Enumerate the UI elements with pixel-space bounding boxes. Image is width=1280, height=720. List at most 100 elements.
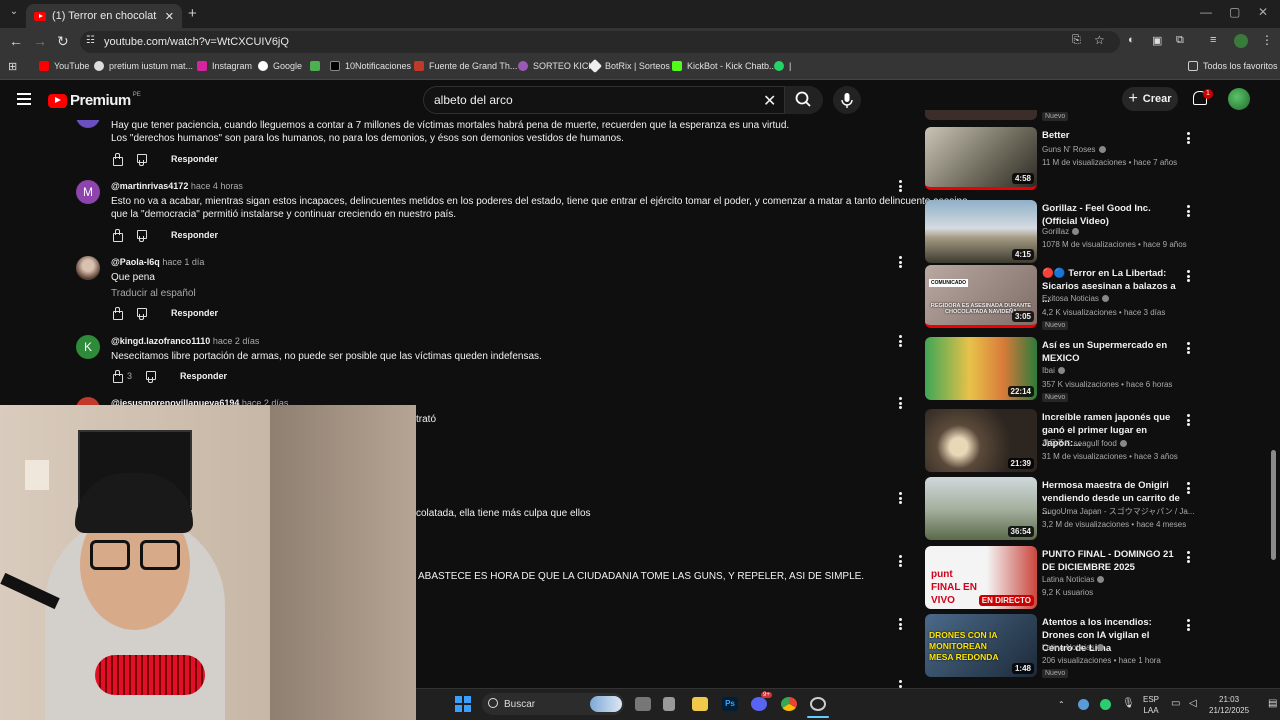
video-title[interactable]: Así es un Supermercado en MEXICO bbox=[1042, 339, 1182, 365]
menu-icon[interactable] bbox=[17, 93, 31, 105]
tray-mic-icon[interactable]: 🎙 bbox=[1122, 698, 1135, 709]
bookmark-10notificaciones[interactable]: 10Notificaciones bbox=[330, 61, 411, 71]
recommendation-item[interactable]: 22:14 Así es un Supermercado en MEXICO I… bbox=[925, 337, 1195, 402]
minimize-icon[interactable]: — bbox=[1200, 5, 1212, 19]
video-menu-icon[interactable] bbox=[1187, 270, 1191, 282]
translate-link[interactable]: Traducir al español bbox=[111, 287, 196, 300]
channel-name[interactable]: 까묵푸드 seagull food bbox=[1042, 438, 1127, 449]
recommendation-item[interactable]: 4:15 Gorillaz - Feel Good Inc. (Official… bbox=[925, 200, 1195, 264]
back-icon[interactable]: ← bbox=[9, 33, 23, 49]
comment-menu-icon[interactable] bbox=[899, 618, 903, 630]
tray-chevron-icon[interactable]: ⌃ bbox=[1058, 699, 1065, 710]
reload-icon[interactable]: ↻ bbox=[57, 33, 69, 50]
video-thumbnail[interactable]: DRONES CON IA MONITOREAN MESA REDONDA 1:… bbox=[925, 614, 1037, 677]
site-info-icon[interactable]: ☷ bbox=[86, 35, 95, 46]
all-bookmarks[interactable]: Todos los favoritos bbox=[1188, 61, 1278, 71]
like-icon[interactable] bbox=[111, 153, 123, 166]
reply-button[interactable]: Responder bbox=[171, 230, 218, 240]
tab-close-icon[interactable]: ✕ bbox=[165, 10, 174, 23]
dislike-icon[interactable] bbox=[135, 229, 147, 242]
youtube-premium-logo[interactable]: Premium PE bbox=[48, 92, 141, 109]
bookmark-youtube[interactable]: YouTube bbox=[39, 61, 89, 71]
bookmark-whatsapp[interactable]: | bbox=[774, 61, 791, 71]
video-thumbnail[interactable]: 21:39 bbox=[925, 409, 1037, 472]
video-thumbnail[interactable]: 4:58 bbox=[925, 127, 1037, 190]
account-avatar[interactable] bbox=[1228, 88, 1250, 110]
tab-active[interactable]: (1) Terror en chocolatada navid ✕ bbox=[26, 4, 182, 28]
dislike-icon[interactable] bbox=[144, 370, 157, 383]
new-tab-icon[interactable]: + bbox=[188, 5, 197, 22]
channel-name[interactable]: Ibai bbox=[1042, 366, 1065, 375]
bookmark-botrix[interactable]: BotRix | Sorteos bbox=[587, 58, 670, 74]
comment-time[interactable]: hace 2 días bbox=[213, 336, 260, 346]
video-thumbnail[interactable] bbox=[925, 110, 1037, 120]
network-icon[interactable]: ▭ bbox=[1171, 698, 1180, 709]
comment-author[interactable]: @Paola-l6q bbox=[111, 257, 160, 267]
tab-search-icon[interactable]: ⌄ bbox=[6, 6, 22, 22]
obs-icon[interactable] bbox=[810, 697, 826, 711]
volume-icon[interactable]: ◁ bbox=[1189, 698, 1197, 709]
search-button[interactable] bbox=[785, 86, 823, 114]
comment-avatar[interactable]: M bbox=[76, 180, 100, 204]
tray-app-icon[interactable] bbox=[1078, 699, 1089, 710]
apps-grid-icon[interactable]: ⊞ bbox=[8, 60, 17, 73]
video-menu-icon[interactable] bbox=[1187, 551, 1191, 563]
video-menu-icon[interactable] bbox=[1187, 205, 1191, 217]
tray-app-2-icon[interactable] bbox=[1100, 699, 1111, 710]
reply-button[interactable]: Responder bbox=[171, 308, 218, 318]
recommendation-item[interactable]: 36:54 Hermosa maestra de Onigiri vendien… bbox=[925, 477, 1195, 541]
notification-center-icon[interactable]: ▤ bbox=[1268, 698, 1277, 709]
extensions-puzzle-icon[interactable]: ⧉ bbox=[1176, 34, 1184, 47]
language-indicator[interactable]: ESP LAA bbox=[1143, 694, 1159, 716]
video-thumbnail[interactable]: 22:14 bbox=[925, 337, 1037, 400]
bookmark-sorteo-kick[interactable]: SORTEO KICK bbox=[518, 61, 594, 71]
comment-time[interactable]: hace 4 horas bbox=[191, 181, 243, 191]
browser-menu-icon[interactable]: ⋮ bbox=[1261, 33, 1273, 47]
extension-2-icon[interactable]: ▣ bbox=[1152, 34, 1162, 47]
comment-author[interactable]: @kingd.lazofranco1110 bbox=[111, 336, 210, 346]
discord-icon[interactable] bbox=[751, 697, 767, 711]
chrome-icon[interactable] bbox=[781, 697, 797, 711]
app-icon[interactable] bbox=[663, 697, 675, 711]
forward-icon[interactable]: → bbox=[33, 33, 47, 49]
comment-menu-icon[interactable] bbox=[899, 335, 903, 347]
video-thumbnail[interactable]: 36:54 bbox=[925, 477, 1037, 540]
create-button[interactable]: + Crear bbox=[1122, 87, 1178, 111]
task-view-icon[interactable] bbox=[635, 697, 651, 711]
bookmark-star-icon[interactable]: ☆ bbox=[1094, 33, 1105, 47]
video-menu-icon[interactable] bbox=[1187, 342, 1191, 354]
clock[interactable]: 21:03 21/12/2025 bbox=[1209, 694, 1249, 716]
dislike-icon[interactable] bbox=[135, 153, 147, 166]
reading-list-icon[interactable]: ≡ bbox=[1210, 34, 1216, 46]
recommendation-item[interactable]: punt FINAL EN VIVO EN DIRECTO PUNTO FINA… bbox=[925, 546, 1195, 610]
bookmark-pinwheel[interactable] bbox=[310, 61, 325, 71]
reply-button[interactable]: Responder bbox=[171, 154, 218, 164]
recommendation-item[interactable]: 21:39 Increíble ramen japonés que ganó e… bbox=[925, 409, 1195, 473]
bookmark-google[interactable]: Google bbox=[258, 61, 302, 71]
video-title[interactable]: Gorillaz - Feel Good Inc. (Official Vide… bbox=[1042, 202, 1182, 228]
windows-start-icon[interactable] bbox=[455, 696, 471, 712]
recommendation-item[interactable]: 4:58 Better Guns N' Roses 11 M de visual… bbox=[925, 127, 1195, 191]
channel-name[interactable]: Guns N' Roses bbox=[1042, 145, 1106, 154]
recommendation-item[interactable]: DRONES CON IA MONITOREAN MESA REDONDA 1:… bbox=[925, 614, 1195, 678]
comment-menu-icon[interactable] bbox=[899, 180, 903, 192]
bookmark-kickbot[interactable]: KickBot - Kick Chatb... bbox=[672, 61, 777, 71]
video-thumbnail[interactable]: 4:15 bbox=[925, 200, 1037, 263]
comment-menu-icon[interactable] bbox=[899, 492, 903, 504]
comment-time[interactable]: hace 1 día bbox=[162, 257, 204, 267]
channel-name[interactable]: SugoUma Japan - スゴウマジャパン / Ja... bbox=[1042, 506, 1195, 517]
like-icon[interactable] bbox=[111, 307, 123, 320]
video-menu-icon[interactable] bbox=[1187, 132, 1191, 144]
bookmark-pretium[interactable]: pretium iustum mat... bbox=[94, 61, 193, 71]
restore-icon[interactable]: ▢ bbox=[1229, 5, 1240, 19]
profile-avatar[interactable] bbox=[1234, 34, 1248, 48]
video-menu-icon[interactable] bbox=[1187, 482, 1191, 494]
voice-search-button[interactable] bbox=[833, 86, 861, 114]
video-thumbnail[interactable]: COMUNICADO REGIDORA ES ASESINADA DURANTE… bbox=[925, 265, 1037, 328]
file-explorer-icon[interactable] bbox=[692, 697, 708, 711]
dislike-icon[interactable] bbox=[135, 307, 147, 320]
comment-menu-icon[interactable] bbox=[899, 555, 903, 567]
video-menu-icon[interactable] bbox=[1187, 414, 1191, 426]
channel-name[interactable]: Gorillaz bbox=[1042, 227, 1080, 236]
comment-menu-icon[interactable] bbox=[899, 397, 903, 409]
